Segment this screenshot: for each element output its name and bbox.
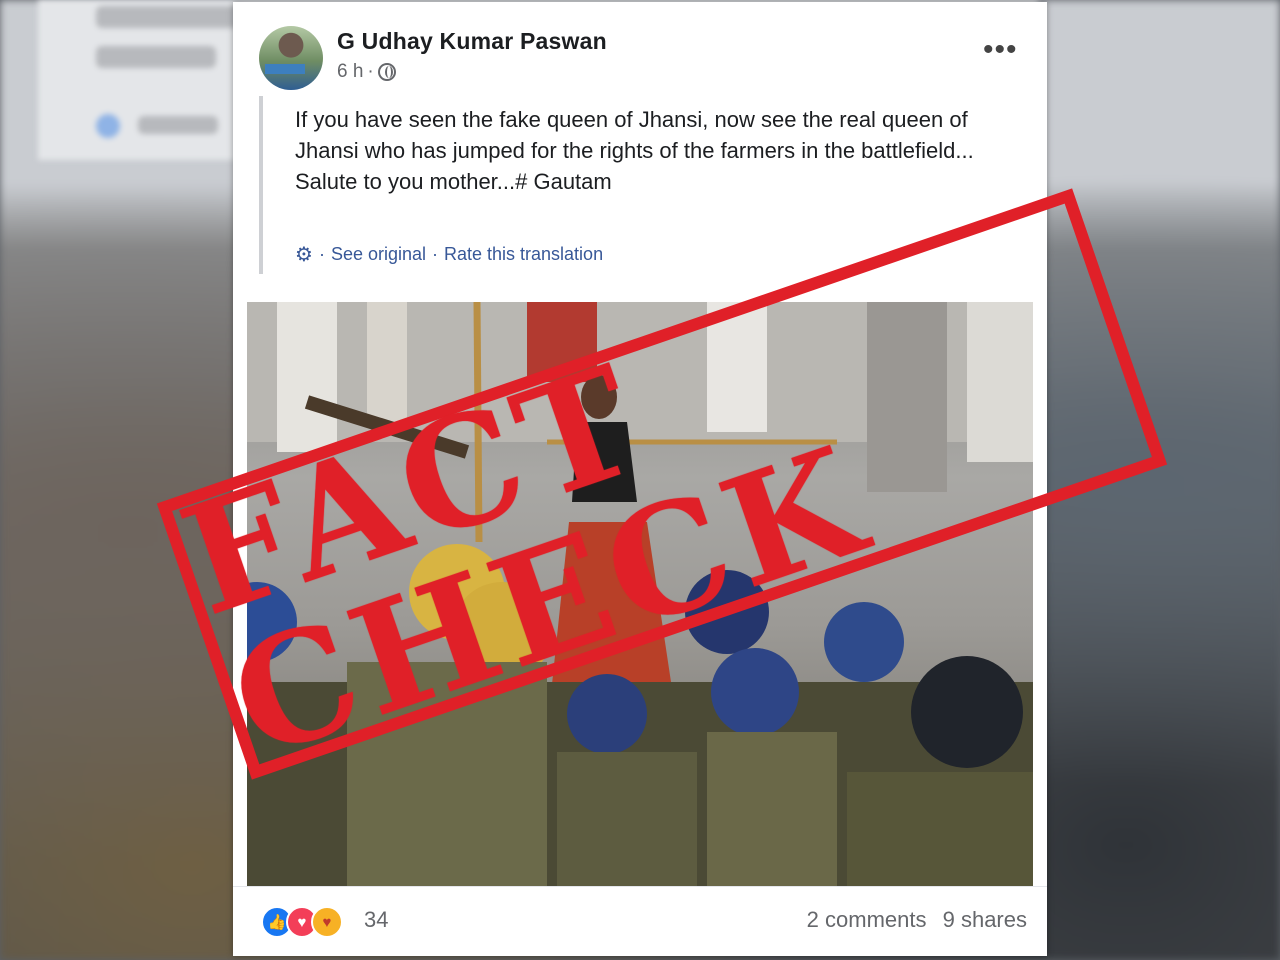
protest-photo-illustration [247,302,1033,886]
dot-separator: · [432,244,438,264]
post-meta: 6 h · [337,61,396,83]
post-text: If you have seen the fake queen of Jhans… [295,104,1025,197]
dot-separator: · [318,244,325,264]
care-reaction-icon: ♥ [311,906,343,938]
post-time[interactable]: 6 h [337,61,363,83]
meta-separator: · [367,61,374,82]
reaction-count[interactable]: 34 [364,907,388,933]
author-name[interactable]: G Udhay Kumar Paswan [337,28,607,55]
facebook-post-card: G Udhay Kumar Paswan 6 h · ••• If you ha… [233,2,1047,956]
more-icon[interactable]: ••• [983,35,1018,65]
globe-icon [377,63,396,81]
rate-translation-link[interactable]: Rate this translation [444,244,603,265]
reaction-icons[interactable]: 👍 ♥ ♥ [261,906,343,938]
reactions-bar: 👍 ♥ ♥ 34 2 comments 9 shares [233,886,1047,957]
translation-row: ⚙ · See original · Rate this translation [295,242,603,267]
comments-count[interactable]: 2 comments [807,907,927,932]
post-text-line: If you have seen the fake queen of Jhans… [295,107,974,163]
post-photo[interactable] [247,302,1033,886]
see-original-link[interactable]: See original [331,244,426,265]
post-stats: 2 comments 9 shares [797,907,1027,933]
avatar[interactable] [259,26,323,90]
shares-count[interactable]: 9 shares [943,907,1027,932]
translated-text-block: If you have seen the fake queen of Jhans… [259,96,1013,274]
post-text-line: Salute to you mother...# Gautam [295,169,612,194]
gear-icon[interactable]: ⚙ [295,242,313,267]
